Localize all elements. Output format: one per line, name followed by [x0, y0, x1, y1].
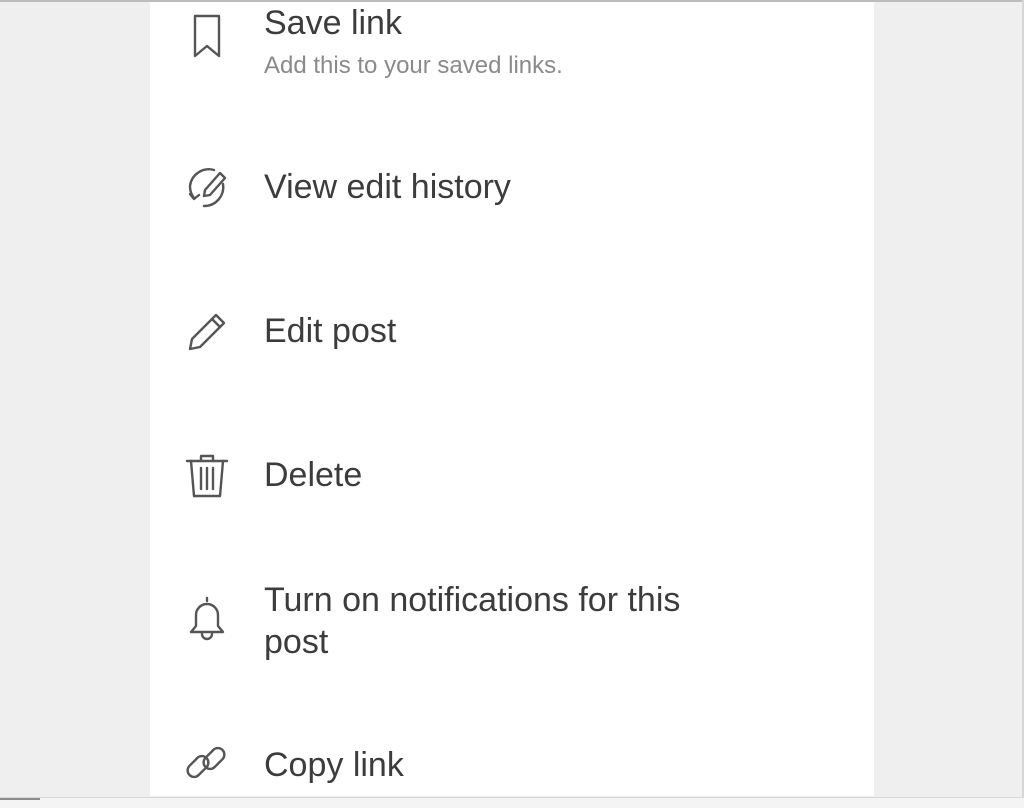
menu-item-turn-on-notifications[interactable]: Turn on notifications for this post	[150, 576, 874, 666]
pencil-icon	[182, 306, 232, 356]
bell-icon	[182, 592, 232, 642]
edit-history-icon	[182, 162, 232, 212]
link-icon	[182, 738, 232, 788]
menu-item-label: Copy link	[264, 746, 404, 784]
menu-item-label: Edit post	[264, 312, 397, 350]
menu-item-label: Turn on notifications for this post	[264, 581, 681, 661]
menu-item-label: View edit history	[264, 168, 511, 206]
scroll-indicator	[0, 798, 40, 800]
options-menu-panel: Save link Add this to your saved links. …	[150, 2, 874, 796]
menu-item-edit-post[interactable]: Edit post	[150, 296, 874, 366]
menu-item-delete[interactable]: Delete	[150, 440, 874, 510]
bottom-edge	[0, 797, 1024, 808]
menu-item-label: Delete	[264, 456, 363, 494]
menu-item-view-edit-history[interactable]: View edit history	[150, 152, 874, 222]
menu-item-label: Save link	[264, 4, 402, 42]
menu-item-description: Add this to your saved links.	[264, 52, 563, 79]
bookmark-icon	[182, 10, 232, 60]
menu-item-copy-link[interactable]: Copy link	[150, 730, 874, 796]
menu-item-save-link[interactable]: Save link Add this to your saved links.	[150, 2, 874, 98]
trash-icon	[182, 450, 232, 500]
